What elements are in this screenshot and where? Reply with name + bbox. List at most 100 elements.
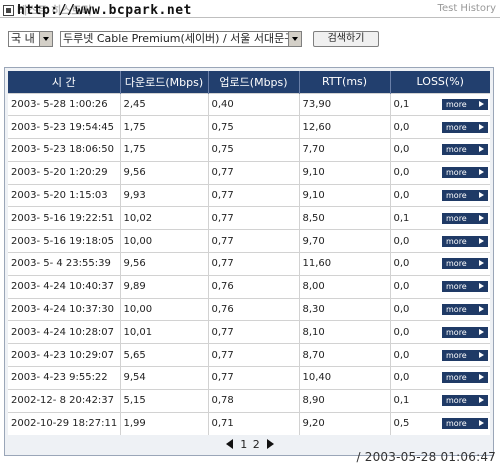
cell-value: 2003- 4-24 10:37:30 — [11, 304, 115, 316]
cell-value: 9,93 — [123, 190, 146, 202]
table-cell: 10,02 — [120, 206, 209, 230]
table-cell: 10,00 — [120, 297, 209, 321]
more-button[interactable]: more — [442, 372, 488, 384]
cell-value: 0,77 — [211, 190, 234, 202]
chevron-down-icon[interactable] — [39, 32, 52, 46]
table-cell: 0,77 — [208, 366, 300, 390]
more-button[interactable]: more — [442, 235, 488, 247]
cell-value: 73,90 — [302, 98, 332, 110]
more-button[interactable]: more — [442, 326, 488, 338]
table-cell: 9,70 — [299, 229, 391, 253]
cell-value: 0,77 — [211, 235, 234, 247]
table-cell: 0,0 more — [390, 343, 490, 367]
table-cell: 8,50 — [299, 206, 391, 230]
table-cell: 8,90 — [299, 388, 391, 413]
cell-value: 8,30 — [302, 304, 325, 316]
more-button[interactable]: more — [442, 304, 488, 316]
server-select[interactable]: 두루넷 Cable Premium(세이버) / 서울 서대문구 — [60, 31, 302, 47]
cell-value: 0,0 — [393, 372, 410, 384]
column-header: 시 간 — [8, 71, 121, 93]
cell-value: 9,89 — [123, 281, 146, 293]
cell-value: 0,77 — [211, 372, 234, 384]
cell-value: 2003- 4-24 10:40:37 — [11, 281, 115, 293]
search-button[interactable]: 검색하기 — [313, 31, 379, 47]
cell-value: 0,40 — [211, 98, 234, 110]
table-cell: 5,15 — [120, 388, 209, 413]
table-cell: 0,0 more — [390, 320, 490, 344]
table-header-row: 시 간 다운로드(Mbps) 업로드(Mbps) RTT(ms) LOSS(%) — [8, 71, 490, 93]
cell-value: 0,0 — [393, 281, 410, 293]
more-button[interactable]: more — [442, 395, 488, 407]
table-row: 2003- 5-16 19:18:05 10,00 0,77 9,70 0,0 more — [8, 229, 490, 253]
more-button[interactable]: more — [442, 121, 488, 133]
cell-value: 0,1 — [393, 395, 410, 407]
cell-value: 2003- 5-20 1:15:03 — [11, 190, 108, 202]
table-row: 2002-10-29 18:27:11 1,99 0,71 9,20 0,5 more — [8, 411, 490, 435]
cell-value: 2003- 5-28 1:00:26 — [11, 98, 108, 110]
table-cell: 0,0 more — [390, 366, 490, 390]
table-row: 2003- 4-23 9:55:22 9,54 0,77 10,40 0,0 more — [8, 366, 490, 390]
more-button[interactable]: more — [442, 98, 488, 110]
region-select[interactable]: 국 내 — [8, 31, 53, 47]
cell-value: 10,01 — [123, 326, 153, 338]
timestamp: / 2003-05-28 01:06:47 — [356, 450, 496, 464]
more-button[interactable]: more — [442, 418, 488, 430]
more-button[interactable]: more — [442, 258, 488, 270]
more-button[interactable]: more — [442, 212, 488, 224]
table-cell: 0,71 — [208, 411, 300, 435]
table-cell: 9,20 — [299, 411, 391, 435]
cell-value: 9,10 — [302, 190, 325, 202]
table-cell: 1,75 — [120, 115, 209, 139]
table-cell: 0,77 — [208, 183, 300, 207]
table-cell: 11,60 — [299, 252, 391, 276]
cell-value: 1,75 — [123, 144, 146, 156]
site-watermark: http://www.bcpark.net — [17, 3, 192, 18]
table-cell: 8,10 — [299, 320, 391, 344]
cell-value: 0,0 — [393, 326, 410, 338]
column-header: RTT(ms) — [299, 71, 391, 93]
more-button[interactable]: more — [442, 281, 488, 293]
table-cell: 2003- 5-16 19:18:05 — [8, 229, 121, 253]
table-cell: 0,0 more — [390, 138, 490, 162]
table-cell: 2003- 4-23 10:29:07 — [8, 343, 121, 367]
more-button[interactable]: more — [442, 144, 488, 156]
chevron-down-icon[interactable] — [288, 32, 301, 46]
table-cell: 2003- 5-28 1:00:26 — [8, 92, 121, 116]
table-row: 2003- 4-24 10:37:30 10,00 0,76 8,30 0,0 more — [8, 297, 490, 321]
table-cell: 2003- 5-20 1:15:03 — [8, 183, 121, 207]
table-cell: 9,93 — [120, 183, 209, 207]
table-cell: 0,76 — [208, 274, 300, 299]
more-button[interactable]: more — [442, 190, 488, 202]
table-cell: 0,77 — [208, 160, 300, 185]
cell-value: 8,00 — [302, 281, 325, 293]
table-cell: 0,5 more — [390, 411, 490, 435]
cell-value: 0,77 — [211, 258, 234, 270]
cell-value: 9,56 — [123, 167, 146, 179]
triangle-right-icon[interactable] — [267, 439, 275, 449]
table-cell: 2,45 — [120, 92, 209, 116]
table-cell: 0,76 — [208, 297, 300, 321]
table-cell: 0,1 more — [390, 206, 490, 230]
table-cell: 12,60 — [299, 115, 391, 139]
cell-value: 9,10 — [302, 167, 325, 179]
more-button[interactable]: more — [442, 167, 488, 179]
table-row: 2003- 5-28 1:00:26 2,45 0,40 73,90 0,1 more — [8, 92, 490, 116]
cell-value: 0,0 — [393, 235, 410, 247]
cell-value: 0,1 — [393, 212, 410, 224]
server-select-value: 두루넷 Cable Premium(세이버) / 서울 서대문구 — [63, 32, 295, 45]
triangle-left-icon[interactable] — [225, 439, 233, 449]
more-button[interactable]: more — [442, 349, 488, 361]
table-row: 2003- 5-23 18:06:50 1,75 0,75 7,70 0,0 more — [8, 138, 490, 162]
table-cell: 2003- 4-24 10:28:07 — [8, 320, 121, 344]
table-cell: 2003- 4-24 10:40:37 — [8, 274, 121, 299]
table-cell: 0,0 more — [390, 115, 490, 139]
table-cell: 0,77 — [208, 252, 300, 276]
page-link[interactable]: 2 — [253, 438, 260, 451]
cell-value: 0,78 — [211, 395, 234, 407]
cell-value: 0,75 — [211, 144, 234, 156]
table-cell: 9,89 — [120, 274, 209, 299]
page-link[interactable]: 1 — [240, 438, 247, 451]
table-cell: 8,30 — [299, 297, 391, 321]
region-select-value: 국 내 — [11, 32, 35, 45]
table-cell: 9,56 — [120, 160, 209, 185]
